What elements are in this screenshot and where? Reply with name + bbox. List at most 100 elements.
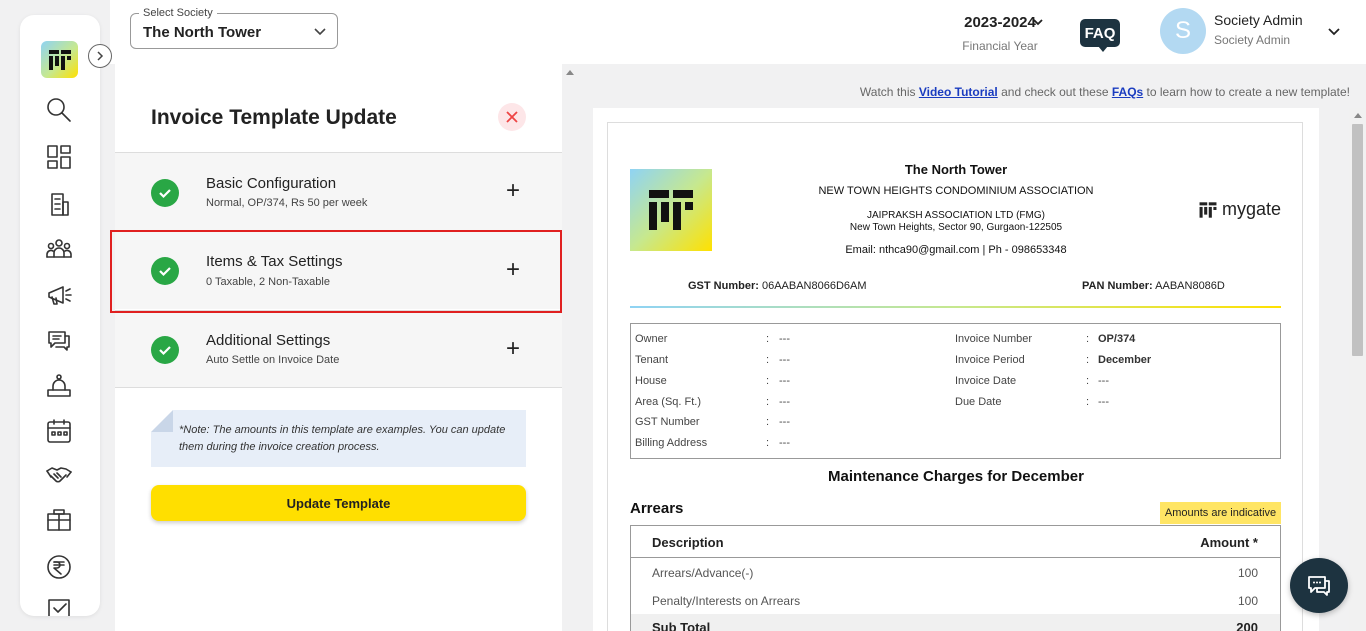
chevron-down-icon[interactable] — [1032, 16, 1044, 28]
arrears-title: Arrears — [630, 500, 684, 517]
arrears-table: Description Amount * Arrears/Advance(-) … — [630, 525, 1281, 631]
scroll-up-arrow[interactable] — [1354, 113, 1362, 118]
app-logo[interactable] — [41, 41, 78, 78]
subtotal-row: Sub Total 200 — [631, 614, 1280, 631]
invoice-association: NEW TOWN HEIGHTS CONDOMINIUM ASSOCIATION — [818, 185, 1094, 197]
scrollbar-thumb[interactable] — [1352, 124, 1363, 356]
field-label: House — [635, 375, 667, 387]
colon: : — [766, 396, 770, 408]
mygate-logo-icon — [1199, 201, 1217, 218]
section-additional-settings[interactable]: Additional Settings Auto Settle on Invoi… — [115, 310, 562, 388]
divider — [630, 306, 1281, 308]
plus-icon[interactable]: + — [506, 177, 520, 205]
invoice-details-box: Owner: --- Invoice Number: OP/374 Tenant: -… — [630, 323, 1281, 459]
financial-year-label: Financial Year — [962, 39, 1038, 53]
column-header-amount: Amount * — [1200, 535, 1258, 550]
user-role: Society Admin — [1214, 33, 1291, 47]
colon: : — [766, 354, 770, 366]
society-select[interactable]: Select Society The North Tower — [130, 7, 338, 49]
plus-icon[interactable]: + — [506, 335, 520, 363]
colon: : — [766, 375, 770, 387]
section-basic-configuration[interactable]: Basic Configuration Normal, OP/374, Rs 5… — [115, 152, 562, 230]
check-icon — [151, 179, 179, 207]
chevron-down-icon[interactable] — [1327, 24, 1341, 38]
close-button[interactable] — [498, 103, 526, 131]
page-title: Invoice Template Update — [151, 106, 397, 129]
amenity-icon[interactable] — [44, 505, 74, 535]
support-chat-button[interactable] — [1290, 558, 1348, 613]
field-label: Billing Address — [635, 437, 708, 449]
sidebar — [20, 15, 100, 616]
pan-value: AABAN8086D — [1155, 280, 1225, 292]
society-select-value: The North Tower — [143, 24, 262, 41]
charges-title: Maintenance Charges for December — [828, 468, 1084, 485]
chevron-down-icon — [314, 28, 326, 36]
template-note: *Note: The amounts in this template are … — [151, 410, 526, 467]
field-label: Invoice Period — [955, 354, 1025, 366]
colon: : — [1086, 375, 1090, 387]
invoice-template-panel: Invoice Template Update Basic Configurat… — [115, 64, 562, 631]
column-header-description: Description — [652, 535, 724, 550]
brand-name: mygate — [1222, 199, 1282, 219]
update-template-button[interactable]: Update Template — [151, 485, 526, 521]
field-label: Owner — [635, 333, 668, 345]
calendar-icon[interactable] — [44, 416, 74, 446]
building-icon[interactable] — [44, 189, 74, 219]
gst-value: 06AABAN8066D6AM — [761, 280, 867, 292]
tutorial-suffix: to learn how to create a new template! — [1146, 85, 1350, 99]
faqs-link[interactable]: FAQs — [1112, 85, 1143, 99]
section-title: Basic Configuration — [206, 175, 337, 192]
sidebar-expand-button[interactable] — [88, 44, 112, 68]
preview-scrollbar[interactable] — [1349, 108, 1366, 631]
announcement-icon[interactable] — [44, 280, 74, 310]
field-label: Invoice Number — [955, 333, 1033, 345]
row-description: Arrears/Advance(-) — [652, 566, 754, 580]
colon: : — [1086, 354, 1090, 366]
field-value: --- — [1098, 396, 1109, 408]
gst-label: GST Number: — [688, 280, 759, 292]
tutorial-hint: Watch this Video Tutorial and check out … — [600, 85, 1350, 99]
note-corner-fold — [151, 410, 173, 432]
field-label: Due Date — [955, 396, 1002, 408]
top-header: Select Society The North Tower 2023-2024… — [110, 0, 1366, 64]
society-select-label: Select Society — [139, 7, 217, 19]
society-logo — [630, 169, 712, 251]
field-value: OP/374 — [1098, 333, 1136, 345]
video-tutorial-link[interactable]: Video Tutorial — [919, 85, 998, 99]
field-value: December — [1098, 354, 1152, 366]
colon: : — [1086, 396, 1090, 408]
invoice-society-name: The North Tower — [904, 162, 1008, 177]
scroll-up-arrow[interactable] — [566, 70, 574, 75]
field-label: GST Number — [635, 416, 700, 428]
community-icon[interactable] — [44, 234, 74, 264]
faq-button[interactable]: FAQ — [1080, 19, 1120, 52]
handshake-icon[interactable] — [44, 460, 74, 490]
section-title: Additional Settings — [206, 332, 331, 349]
section-subtitle: Auto Settle on Invoice Date — [206, 354, 340, 366]
field-value: --- — [779, 333, 790, 345]
colon: : — [766, 437, 770, 449]
colon: : — [1086, 333, 1090, 345]
user-name[interactable]: Society Admin — [1214, 12, 1303, 28]
subtotal-label: Sub Total — [652, 620, 711, 631]
indicative-badge: Amounts are indicative — [1160, 502, 1281, 524]
field-value: --- — [779, 437, 790, 449]
chat-icon[interactable] — [44, 325, 74, 355]
invoice-company: JAIPRAKSH ASSOCIATION LTD (FMG) — [867, 210, 1045, 221]
close-icon — [506, 111, 518, 123]
helpdesk-icon[interactable] — [44, 371, 74, 401]
chat-icon — [1308, 575, 1330, 596]
dashboard-icon[interactable] — [44, 142, 74, 172]
mygate-brand: mygate — [1198, 199, 1281, 220]
mygate-logo-icon — [649, 190, 693, 230]
rupee-icon[interactable] — [44, 552, 74, 582]
invoice-document: The North Tower NEW TOWN HEIGHTS CONDOMI… — [607, 122, 1303, 631]
tutorial-prefix: Watch this — [859, 85, 916, 99]
field-value: --- — [779, 375, 790, 387]
field-label: Area (Sq. Ft.) — [635, 396, 702, 408]
section-subtitle: Normal, OP/374, Rs 50 per week — [206, 197, 368, 209]
row-description: Penalty/Interests on Arrears — [652, 594, 801, 608]
checkbox-icon[interactable] — [44, 593, 74, 616]
avatar[interactable]: S — [1160, 8, 1206, 54]
search-icon[interactable] — [44, 95, 74, 125]
